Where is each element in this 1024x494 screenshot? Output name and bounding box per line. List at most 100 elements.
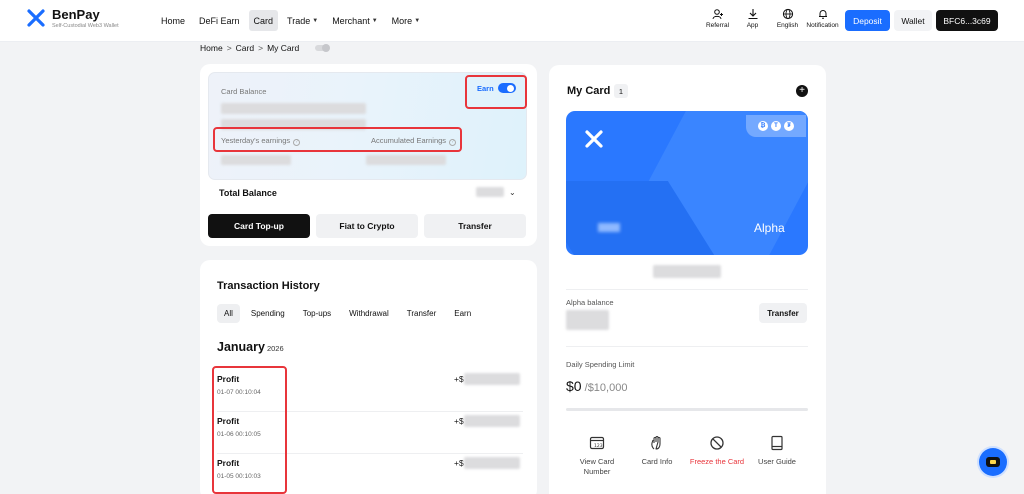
- nav-defi-earn[interactable]: DeFi Earn: [194, 10, 245, 31]
- yesterday-earnings-value-hidden: [221, 155, 291, 165]
- bitcoin-icon: ₿: [758, 121, 768, 131]
- transaction-amount: +$: [454, 458, 464, 468]
- tron-icon: T: [771, 121, 781, 131]
- globe-icon: [782, 8, 793, 20]
- transaction-amount-hidden: [464, 457, 520, 469]
- card-number-icon: 123: [589, 436, 605, 450]
- tether-icon: ₮: [784, 121, 794, 131]
- balance-actions: Card Top-up Fiat to Crypto Transfer: [208, 214, 526, 238]
- supported-coins-badge: ₿ T ₮: [746, 115, 806, 137]
- spending-limit-progress: [566, 408, 808, 411]
- bank-card[interactable]: ₿ T ₮ Alpha: [566, 111, 808, 255]
- earnings-highlight-box: [213, 127, 462, 152]
- tab-transfer[interactable]: Transfer: [400, 304, 444, 323]
- nav-home[interactable]: Home: [156, 10, 190, 31]
- balance-panel: Card Balance Earn Yesterday's earnings? …: [200, 64, 537, 246]
- tab-spending[interactable]: Spending: [244, 304, 292, 323]
- card-info-button[interactable]: Card Info: [627, 435, 687, 467]
- user-plus-icon: [712, 9, 723, 20]
- limit-spent: $0: [566, 378, 582, 394]
- chevron-down-icon: ▼: [414, 17, 421, 24]
- privacy-toggle-icon[interactable]: [315, 44, 331, 52]
- notification-button[interactable]: Notification: [805, 8, 840, 29]
- nav-card[interactable]: Card: [248, 10, 279, 31]
- card-balance-box: Card Balance Earn Yesterday's earnings? …: [208, 72, 527, 180]
- brand-name: BenPay: [52, 7, 100, 22]
- brand-tagline: Self-Custodial Web3 Wallet: [52, 23, 119, 29]
- svg-text:123: 123: [594, 443, 603, 449]
- nav-more[interactable]: More ▼: [387, 10, 425, 31]
- month-heading: January 2026: [217, 340, 284, 354]
- download-icon: [748, 9, 757, 20]
- card-transfer-button[interactable]: Transfer: [759, 303, 807, 323]
- card-count-badge: 1: [614, 84, 628, 98]
- benpay-logo-icon: [27, 9, 45, 27]
- book-icon: [771, 435, 783, 451]
- view-card-number-button[interactable]: 123 View Card Number: [567, 435, 627, 477]
- block-icon: [710, 436, 724, 450]
- transaction-amount: +$: [454, 374, 464, 384]
- chat-icon: [986, 457, 1000, 467]
- top-navigation-bar: BenPay Self-Custodial Web3 Wallet Home D…: [0, 0, 1024, 42]
- tab-top-ups[interactable]: Top-ups: [296, 304, 338, 323]
- wallet-button[interactable]: Wallet: [894, 10, 932, 31]
- card-number-hidden: [653, 265, 721, 278]
- app-download-button[interactable]: App: [735, 8, 770, 29]
- breadcrumb-card[interactable]: Card: [236, 43, 254, 53]
- earn-highlight-box: [465, 75, 527, 109]
- daily-spending-limit-value: $0 /$10,000: [566, 378, 627, 394]
- transaction-amount-hidden: [464, 373, 520, 385]
- divider: [566, 346, 808, 347]
- limit-total: /$10,000: [581, 382, 628, 394]
- my-card-panel: My Card 1 + ₿ T ₮ Alpha Alpha balance Tr…: [549, 65, 826, 494]
- transaction-history-panel: Transaction History All Spending Top-ups…: [200, 260, 537, 494]
- transfer-button[interactable]: Transfer: [424, 214, 526, 238]
- transaction-history-title: Transaction History: [217, 280, 320, 292]
- tab-all[interactable]: All: [217, 304, 240, 323]
- chevron-down-icon: ▼: [312, 17, 319, 24]
- benpay-logo-icon: [585, 130, 603, 148]
- nav-merchant[interactable]: Merchant ▼: [327, 10, 382, 31]
- deposit-button[interactable]: Deposit: [845, 10, 890, 31]
- history-filter-tabs: All Spending Top-ups Withdrawal Transfer…: [217, 304, 478, 323]
- hand-wave-icon: [651, 435, 661, 450]
- brand-logo[interactable]: BenPay Self-Custodial Web3 Wallet: [26, 8, 119, 30]
- main-nav: Home DeFi Earn Card Trade ▼ Merchant ▼ Mor…: [156, 10, 425, 31]
- transactions-highlight-box: [212, 366, 287, 494]
- bell-icon: [818, 10, 827, 19]
- user-guide-button[interactable]: User Guide: [747, 435, 807, 467]
- breadcrumb-separator: >: [226, 43, 232, 53]
- year-label: 2026: [266, 344, 284, 353]
- account-address-button[interactable]: BFC6...3c69: [936, 10, 998, 31]
- add-card-icon[interactable]: +: [796, 85, 808, 97]
- tab-earn[interactable]: Earn: [447, 304, 478, 323]
- daily-spending-limit-label: Daily Spending Limit: [566, 360, 635, 369]
- support-chat-button[interactable]: [979, 448, 1007, 476]
- referral-button[interactable]: Referral: [700, 8, 735, 29]
- alpha-balance-value-hidden: [566, 310, 609, 330]
- transaction-amount-hidden: [464, 415, 520, 427]
- accumulated-earnings-value-hidden: [366, 155, 446, 165]
- chevron-down-icon: ▼: [371, 17, 378, 24]
- card-balance-label: Card Balance: [221, 87, 267, 96]
- total-balance-value-hidden: [476, 187, 504, 197]
- my-card-title: My Card: [567, 85, 611, 97]
- nav-trade[interactable]: Trade ▼: [282, 10, 323, 31]
- alpha-balance-label: Alpha balance: [566, 298, 614, 307]
- breadcrumb: Home > Card > My Card: [200, 43, 331, 53]
- card-name: Alpha: [754, 221, 785, 235]
- total-balance-label: Total Balance: [219, 188, 277, 198]
- card-topup-button[interactable]: Card Top-up: [208, 214, 310, 238]
- breadcrumb-current: My Card: [267, 43, 300, 53]
- header-tools: Referral App English Notification: [700, 8, 840, 29]
- card-balance-value-hidden: [221, 103, 366, 114]
- transaction-amount: +$: [454, 416, 464, 426]
- language-button[interactable]: English: [770, 8, 805, 29]
- breadcrumb-home[interactable]: Home: [200, 43, 223, 53]
- freeze-card-button[interactable]: Freeze the Card: [687, 435, 747, 467]
- card-number-hidden: [598, 223, 620, 232]
- tab-withdrawal[interactable]: Withdrawal: [342, 304, 396, 323]
- divider: [566, 289, 808, 290]
- fiat-to-crypto-button[interactable]: Fiat to Crypto: [316, 214, 418, 238]
- chevron-down-icon[interactable]: ⌄: [509, 188, 516, 197]
